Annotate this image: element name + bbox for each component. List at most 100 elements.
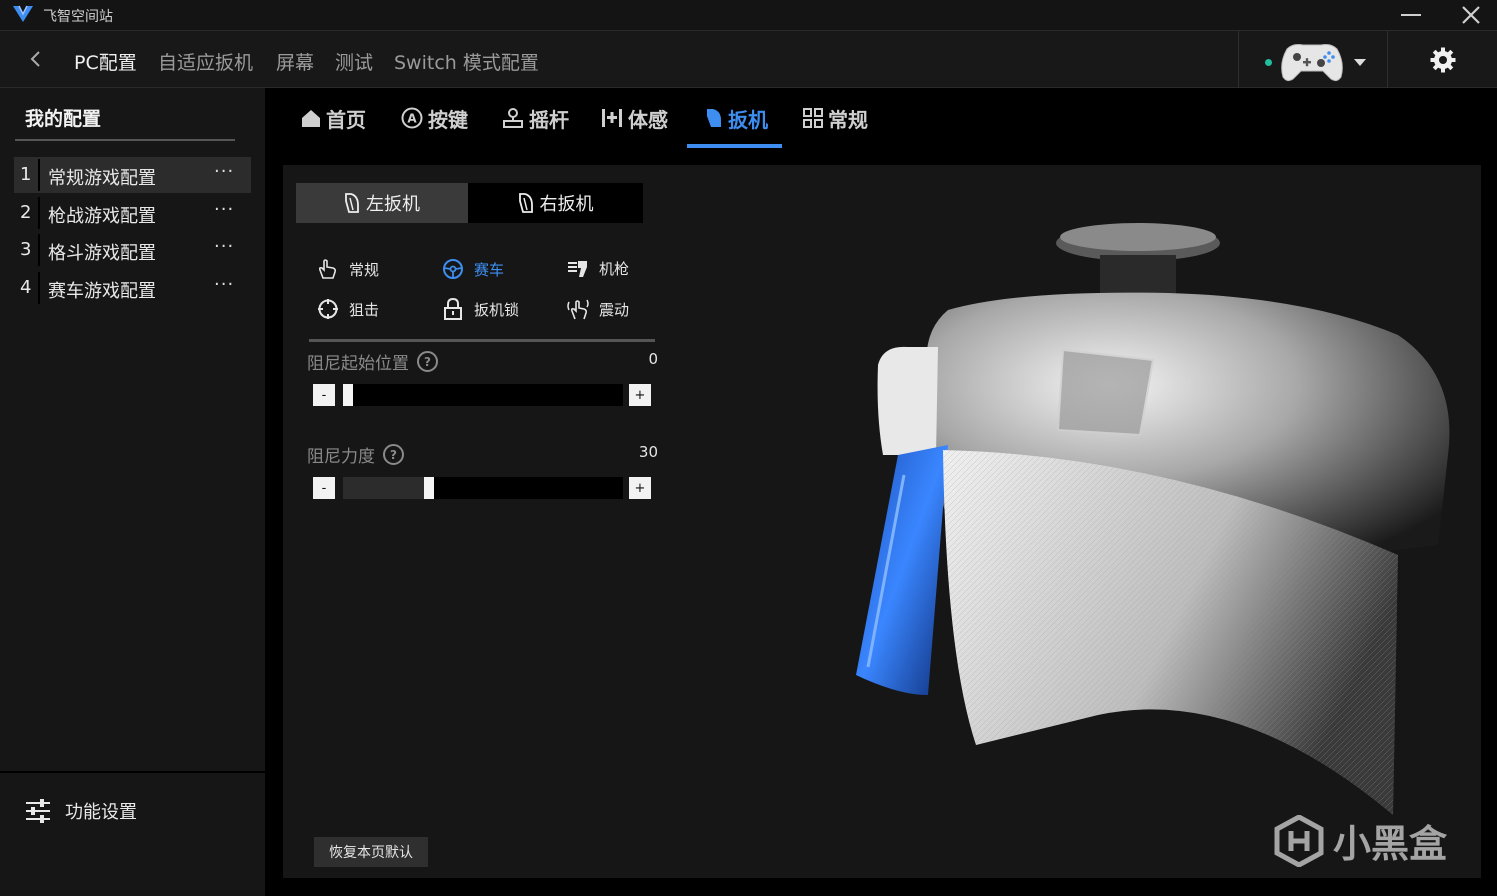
mode-sniper[interactable]: 狙击	[317, 298, 379, 320]
sidebar-heading: 我的配置	[25, 108, 102, 130]
minimize-button[interactable]	[1386, 0, 1436, 30]
tab-motion[interactable]: 体感	[601, 105, 668, 132]
divider	[15, 139, 235, 141]
damping-force-plus-button[interactable]: +	[629, 477, 651, 499]
tab-label: 体感	[628, 107, 668, 132]
profile-number: 2	[20, 202, 32, 223]
mode-label: 狙击	[349, 300, 380, 319]
mode-racing[interactable]: 赛车	[442, 258, 504, 280]
more-options-button[interactable]: ···	[214, 199, 234, 220]
mode-vibration[interactable]: 震动	[567, 298, 629, 320]
tab-label: 右扳机	[539, 194, 594, 215]
function-settings-label: 功能设置	[65, 802, 137, 823]
reset-defaults-button[interactable]: 恢复本页默认	[314, 837, 428, 867]
svg-text:A: A	[407, 112, 417, 126]
help-icon[interactable]: ?	[383, 444, 404, 465]
mode-normal[interactable]: 常规	[317, 258, 379, 280]
profile-item-2[interactable]: 2 枪战游戏配置 ···	[14, 195, 251, 231]
more-options-button[interactable]: ···	[214, 236, 234, 257]
trigger-icon	[345, 193, 359, 213]
damping-start-minus-button[interactable]: -	[313, 384, 335, 406]
tab-label: 左扳机	[366, 194, 420, 215]
machine-gun-icon	[568, 260, 587, 277]
tab-joystick[interactable]: 摇杆	[502, 105, 569, 132]
profile-number: 1	[20, 164, 32, 185]
tab-label: 扳机	[728, 107, 768, 132]
steering-wheel-icon	[443, 259, 463, 279]
nav-switch-mode[interactable]: Switch 模式配置	[394, 48, 539, 75]
sidebar: 我的配置 1 常规游戏配置 ··· 2 枪战游戏配置 ··· 3 格斗游戏配置 …	[0, 88, 265, 896]
trigger-icon	[707, 109, 721, 127]
profile-number: 4	[20, 277, 32, 298]
help-icon[interactable]: ?	[417, 351, 438, 372]
damping-force-label: 阻尼力度 ?	[307, 442, 404, 467]
tab-label: 按键	[428, 107, 468, 132]
tab-home[interactable]: 首页	[301, 105, 366, 132]
trigger-icon	[518, 193, 533, 213]
back-button[interactable]	[22, 46, 48, 72]
title-bar: 飞智空间站	[0, 0, 1497, 30]
divider	[38, 234, 40, 266]
app-logo-icon	[12, 5, 34, 27]
button-a-icon: A	[401, 107, 423, 129]
more-options-button[interactable]: ···	[214, 161, 234, 182]
damping-start-plus-button[interactable]: +	[629, 384, 651, 406]
chevron-down-icon	[1354, 59, 1366, 66]
divider	[0, 771, 265, 773]
tab-label: 摇杆	[529, 107, 569, 132]
lock-icon	[444, 298, 462, 320]
status-dot-icon	[1265, 59, 1272, 66]
function-settings-button[interactable]: 功能设置	[25, 798, 137, 824]
window-title: 飞智空间站	[43, 9, 113, 25]
tab-buttons[interactable]: A 按键	[401, 105, 468, 132]
profile-name: 赛车游戏配置	[48, 281, 156, 302]
controller-icon	[1281, 44, 1343, 82]
mode-trigger-lock[interactable]: 扳机锁	[442, 298, 519, 320]
device-selector[interactable]	[1238, 31, 1388, 88]
mode-label: 常规	[349, 260, 380, 279]
tab-trigger[interactable]: 扳机	[705, 105, 768, 132]
settings-button[interactable]	[1418, 43, 1468, 77]
profile-item-4[interactable]: 4 赛车游戏配置 ···	[14, 270, 251, 306]
more-options-button[interactable]: ···	[214, 274, 234, 295]
mode-label: 扳机锁	[474, 300, 520, 319]
damping-force-minus-button[interactable]: -	[313, 477, 335, 499]
tab-label: 首页	[326, 107, 366, 132]
home-icon	[302, 109, 320, 127]
close-button[interactable]	[1446, 0, 1496, 30]
slider-handle[interactable]	[424, 477, 434, 499]
damping-start-label: 阻尼起始位置 ?	[307, 349, 438, 374]
nav-test[interactable]: 测试	[335, 48, 373, 75]
active-tab-indicator	[687, 144, 782, 148]
tab-general[interactable]: 常规	[803, 105, 868, 132]
heybox-logo-icon	[1274, 814, 1324, 867]
slider-label-text: 阻尼力度	[307, 447, 375, 467]
profile-item-1[interactable]: 1 常规游戏配置 ···	[14, 157, 251, 193]
trigger-panel: 左扳机 右扳机 常规 赛车 机枪 狙击 扳机锁 震动 阻尼起始位置 ? 0 -	[283, 165, 1481, 878]
nav-adaptive-trigger[interactable]: 自适应扳机	[158, 48, 253, 75]
left-trigger-tab[interactable]: 左扳机	[296, 183, 468, 223]
watermark: 小黑盒	[1273, 813, 1447, 868]
top-nav: PC配置 自适应扳机 屏幕 测试 Switch 模式配置	[0, 30, 1497, 88]
slider-fill	[343, 477, 424, 499]
nav-pc-config[interactable]: PC配置	[74, 48, 137, 75]
right-trigger-tab[interactable]: 右扳机	[468, 183, 643, 223]
divider	[38, 197, 40, 229]
hand-pointer-icon	[318, 259, 337, 279]
slider-handle[interactable]	[343, 384, 353, 406]
crosshair-icon	[318, 299, 338, 319]
damping-force-slider[interactable]	[343, 477, 623, 499]
profile-name: 枪战游戏配置	[48, 206, 156, 227]
vibration-icon	[567, 299, 589, 320]
nav-screen[interactable]: 屏幕	[276, 48, 314, 75]
profile-item-3[interactable]: 3 格斗游戏配置 ···	[14, 232, 251, 268]
joystick-icon	[503, 108, 523, 128]
profile-number: 3	[20, 239, 32, 260]
gear-icon	[1430, 47, 1456, 73]
damping-start-slider[interactable]	[343, 384, 623, 406]
close-icon	[1462, 6, 1480, 24]
controller-trigger-render	[856, 223, 1450, 815]
sliders-icon	[26, 799, 50, 823]
mode-machine-gun[interactable]: 机枪	[567, 258, 629, 279]
tab-label: 常规	[828, 107, 868, 132]
